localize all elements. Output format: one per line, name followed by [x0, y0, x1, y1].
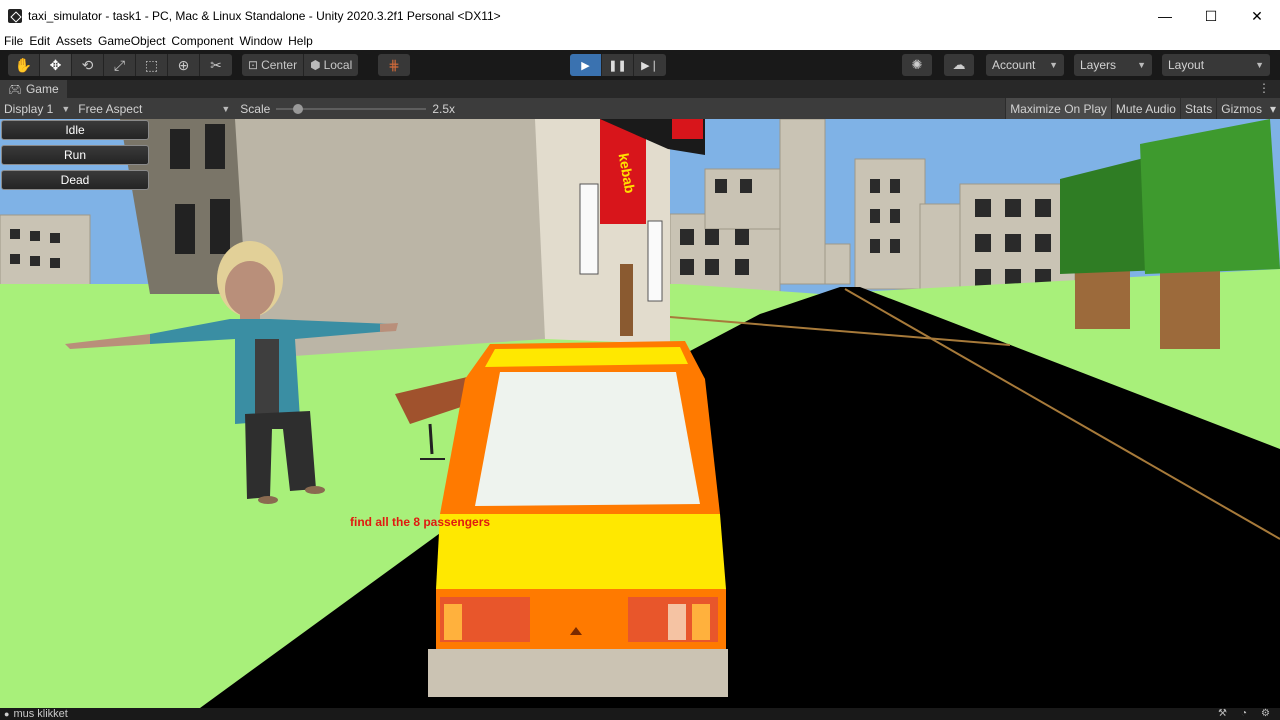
run-button[interactable]: Run [1, 145, 149, 165]
scale-slider-thumb[interactable] [293, 104, 304, 114]
caret-down-icon: ▼ [1137, 60, 1146, 70]
account-dropdown[interactable]: Account ▼ [986, 54, 1064, 76]
tab-bar: 🎮︎ Game ⋮ [0, 80, 1280, 98]
pivot-center-button[interactable]: ⊡ Center [242, 54, 305, 76]
cloud-icon[interactable]: ☁ [944, 54, 974, 76]
account-label: Account [992, 58, 1036, 72]
step-button-icon[interactable]: ▶❘ [634, 54, 666, 76]
shop-window [647, 220, 663, 302]
window-title: taxi_simulator - task1 - PC, Mac & Linux… [28, 9, 501, 23]
shop-window [579, 183, 599, 275]
menu-help[interactable]: Help [285, 34, 316, 48]
pivot-local-label: Local [323, 58, 353, 72]
scale-label: Scale [240, 101, 271, 116]
menu-gameobject[interactable]: GameObject [95, 34, 168, 48]
maximize-button[interactable]: ☐ [1188, 0, 1234, 32]
shop-door [620, 264, 633, 336]
debug-icon[interactable]: ⚙ [1261, 708, 1270, 720]
mute-audio-toggle[interactable]: Mute Audio [1110, 98, 1180, 119]
menu-window[interactable]: Window [236, 34, 285, 48]
layout-label: Layout [1168, 58, 1205, 72]
tab-game-label: Game [25, 82, 59, 96]
pause-button-icon[interactable]: ❚❚ [602, 54, 634, 76]
rect-tool-icon[interactable]: ⬚ [136, 54, 168, 76]
grid-snap-icon[interactable]: ⋕ [378, 54, 410, 76]
cube-icon: ⬢ [310, 58, 321, 72]
aspect-label: Free Aspect [78, 101, 143, 116]
caret-down-icon: ▼ [1049, 60, 1058, 70]
toolbar-right: ✺ ☁ Account ▼ Layers ▼ Layout ▼ [902, 54, 1280, 76]
layout-dropdown[interactable]: Layout ▼ [1162, 54, 1270, 76]
console-message-icon: ● [4, 709, 10, 719]
collab-icon[interactable]: ⚒ [1218, 708, 1227, 720]
gizmos-caret-icon[interactable]: ▾ [1266, 98, 1280, 119]
play-button-icon[interactable]: ▶ [570, 54, 602, 76]
pivot-tools: ⊡ Center ⬢ Local [242, 54, 359, 76]
unity-logo-icon [8, 9, 22, 23]
pivot-center-label: Center [261, 58, 298, 72]
idle-button[interactable]: Idle [1, 120, 149, 140]
caret-down-icon: ▼ [61, 103, 71, 114]
dead-button[interactable]: Dead [1, 170, 149, 190]
window-controls: — ☐ ✕ [1142, 0, 1280, 32]
close-button[interactable]: ✕ [1234, 0, 1280, 32]
game-viewport[interactable]: kebab Idle Run Dead find all the 8 passe… [0, 119, 1280, 708]
menu-edit[interactable]: Edit [26, 34, 53, 48]
kebab-menu-icon[interactable]: ⋮ [1258, 81, 1270, 95]
snap-tools: ⋕ [378, 54, 410, 76]
scale-tool-icon[interactable]: ⤢ [104, 54, 136, 76]
transform-tools: ✋ ✥ ⟲ ⤢ ⬚ ⊕ ✂ [8, 54, 232, 76]
gamepad-icon: 🎮︎ [8, 83, 22, 96]
objective-hint: find all the 8 passengers [350, 515, 491, 529]
main-toolbar: ✋ ✥ ⟲ ⤢ ⬚ ⊕ ✂ ⊡ Center ⬢ Local ⋕ ▶ ❚❚ ▶❘… [0, 50, 1280, 80]
pivot-local-button[interactable]: ⬢ Local [304, 54, 358, 76]
layers-dropdown[interactable]: Layers ▼ [1074, 54, 1152, 76]
play-controls: ▶ ❚❚ ▶❘ [570, 54, 666, 76]
menu-assets[interactable]: Assets [53, 34, 95, 48]
console-message[interactable]: mus klikket [13, 708, 67, 720]
menu-component[interactable]: Component [168, 34, 236, 48]
display-label: Display 1 [4, 101, 54, 116]
status-icons: ⚒ ◔ ⚙ [1204, 708, 1270, 720]
layers-label: Layers [1080, 58, 1117, 72]
scale-value: 2.5x [432, 101, 455, 116]
tab-game[interactable]: 🎮︎ Game [0, 80, 67, 98]
stats-toggle[interactable]: Stats [1179, 98, 1216, 119]
scale-slider[interactable] [276, 98, 427, 119]
minimize-button[interactable]: — [1142, 0, 1188, 32]
shop-awning-red [672, 119, 703, 139]
custom-tool-icon[interactable]: ✂ [200, 54, 232, 76]
transform-tool-icon[interactable]: ⊕ [168, 54, 200, 76]
status-bar: ● mus klikket ⚒ ◔ ⚙ [0, 708, 1280, 720]
gizmos-toggle[interactable]: Gizmos [1216, 98, 1266, 119]
game-toolbar-right: Maximize On Play Mute Audio Stats Gizmos… [1005, 98, 1280, 119]
rotate-tool-icon[interactable]: ⟲ [72, 54, 104, 76]
display-dropdown[interactable]: Display 1 ▼ [0, 98, 74, 119]
progress-icon[interactable]: ◔ [1241, 708, 1247, 720]
menu-file[interactable]: File [0, 34, 26, 48]
services-icon[interactable]: ✺ [902, 54, 932, 76]
game-toolbar: Display 1 ▼ Free Aspect ▼ Scale 2.5x Max… [0, 98, 1280, 119]
game-scene: kebab [0, 119, 1280, 708]
hand-tool-icon[interactable]: ✋ [8, 54, 40, 76]
maximize-on-play-toggle[interactable]: Maximize On Play [1005, 98, 1111, 119]
pivot-center-icon: ⊡ [248, 58, 259, 72]
aspect-dropdown[interactable]: Free Aspect ▼ [74, 98, 234, 119]
caret-down-icon: ▼ [221, 103, 231, 114]
title-bar: taxi_simulator - task1 - PC, Mac & Linux… [0, 0, 1280, 32]
menu-bar: File Edit Assets GameObject Component Wi… [0, 32, 1280, 50]
caret-down-icon: ▼ [1255, 60, 1264, 70]
move-tool-icon[interactable]: ✥ [40, 54, 72, 76]
